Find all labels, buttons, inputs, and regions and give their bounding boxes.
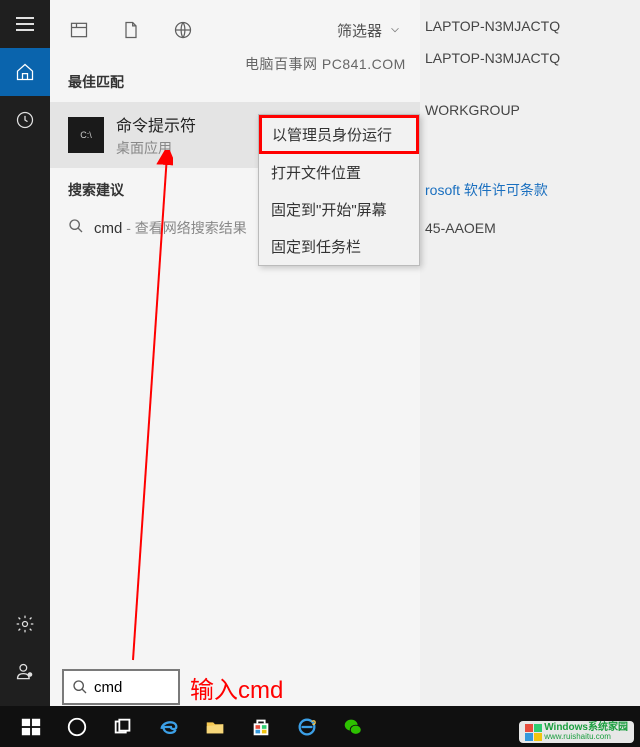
ie-button[interactable] bbox=[284, 706, 330, 747]
result-subtitle: 桌面应用 bbox=[116, 138, 196, 158]
start-sidebar bbox=[0, 0, 50, 706]
user-icon bbox=[15, 662, 35, 682]
filter-dropdown[interactable]: 筛选器 bbox=[337, 20, 402, 41]
panel-header: 筛选器 bbox=[50, 0, 420, 60]
bg-product-id: 45-AAOEM bbox=[425, 212, 560, 244]
folder-icon bbox=[204, 716, 226, 738]
result-title: 命令提示符 bbox=[116, 112, 196, 136]
apps-button[interactable] bbox=[68, 19, 90, 41]
cortana-button[interactable] bbox=[54, 706, 100, 747]
background-system-info: LAPTOP-N3MJACTQ LAPTOP-N3MJACTQ WORKGROU… bbox=[425, 10, 560, 244]
ctx-pin-taskbar[interactable]: 固定到任务栏 bbox=[259, 228, 419, 265]
search-icon bbox=[68, 218, 84, 238]
suggest-text: cmd - 查看网络搜索结果 bbox=[94, 218, 247, 238]
edge-button[interactable] bbox=[146, 706, 192, 747]
web-button[interactable] bbox=[172, 19, 194, 41]
gear-icon bbox=[15, 614, 35, 634]
explorer-button[interactable] bbox=[192, 706, 238, 747]
store-icon bbox=[250, 716, 272, 738]
header-watermark-text: 电脑百事网 PC841.COM bbox=[245, 54, 406, 74]
bg-full-name: LAPTOP-N3MJACTQ bbox=[425, 42, 560, 74]
app-window-icon bbox=[69, 20, 89, 40]
ie-icon bbox=[296, 716, 318, 738]
bg-computer-name: LAPTOP-N3MJACTQ bbox=[425, 10, 560, 42]
search-input[interactable] bbox=[94, 679, 164, 696]
wechat-icon bbox=[342, 716, 364, 738]
ctx-open-file-location[interactable]: 打开文件位置 bbox=[259, 154, 419, 191]
taskview-icon bbox=[112, 716, 134, 738]
search-box[interactable] bbox=[62, 669, 180, 705]
recent-button[interactable] bbox=[0, 96, 50, 144]
cortana-icon bbox=[66, 716, 88, 738]
site-watermark: Windows系统家园 www.ruishaitu.com bbox=[519, 721, 634, 743]
ctx-run-as-admin[interactable]: 以管理员身份运行 bbox=[259, 115, 419, 154]
chevron-down-icon bbox=[388, 23, 402, 37]
search-icon bbox=[72, 679, 88, 695]
windows-icon bbox=[20, 716, 42, 738]
windows-flag-icon bbox=[525, 724, 542, 741]
edge-icon bbox=[158, 716, 180, 738]
home-icon bbox=[15, 62, 35, 82]
context-menu: 以管理员身份运行 打开文件位置 固定到"开始"屏幕 固定到任务栏 bbox=[258, 114, 420, 266]
annotation-enter-cmd: 输入cmd bbox=[190, 670, 283, 705]
ctx-pin-start[interactable]: 固定到"开始"屏幕 bbox=[259, 191, 419, 228]
store-button[interactable] bbox=[238, 706, 284, 747]
wechat-button[interactable] bbox=[330, 706, 376, 747]
start-search-panel: 筛选器 最佳匹配 C:\ 命令提示符 桌面应用 搜索建议 cmd - 查看网络搜… bbox=[50, 0, 420, 706]
cmd-app-icon: C:\ bbox=[68, 117, 104, 153]
user-button[interactable] bbox=[0, 648, 50, 696]
hamburger-button[interactable] bbox=[0, 0, 50, 48]
bg-workgroup: WORKGROUP bbox=[425, 94, 560, 126]
hamburger-icon bbox=[16, 17, 34, 31]
watermark-site: www.ruishaitu.com bbox=[544, 733, 628, 741]
clock-icon bbox=[15, 110, 35, 130]
document-icon bbox=[121, 20, 141, 40]
bg-license-link[interactable]: rosoft 软件许可条款 bbox=[425, 174, 560, 206]
start-button[interactable] bbox=[8, 706, 54, 747]
home-button[interactable] bbox=[0, 48, 50, 96]
globe-icon bbox=[173, 20, 193, 40]
filter-label: 筛选器 bbox=[337, 20, 382, 41]
documents-button[interactable] bbox=[120, 19, 142, 41]
settings-button[interactable] bbox=[0, 600, 50, 648]
taskview-button[interactable] bbox=[100, 706, 146, 747]
